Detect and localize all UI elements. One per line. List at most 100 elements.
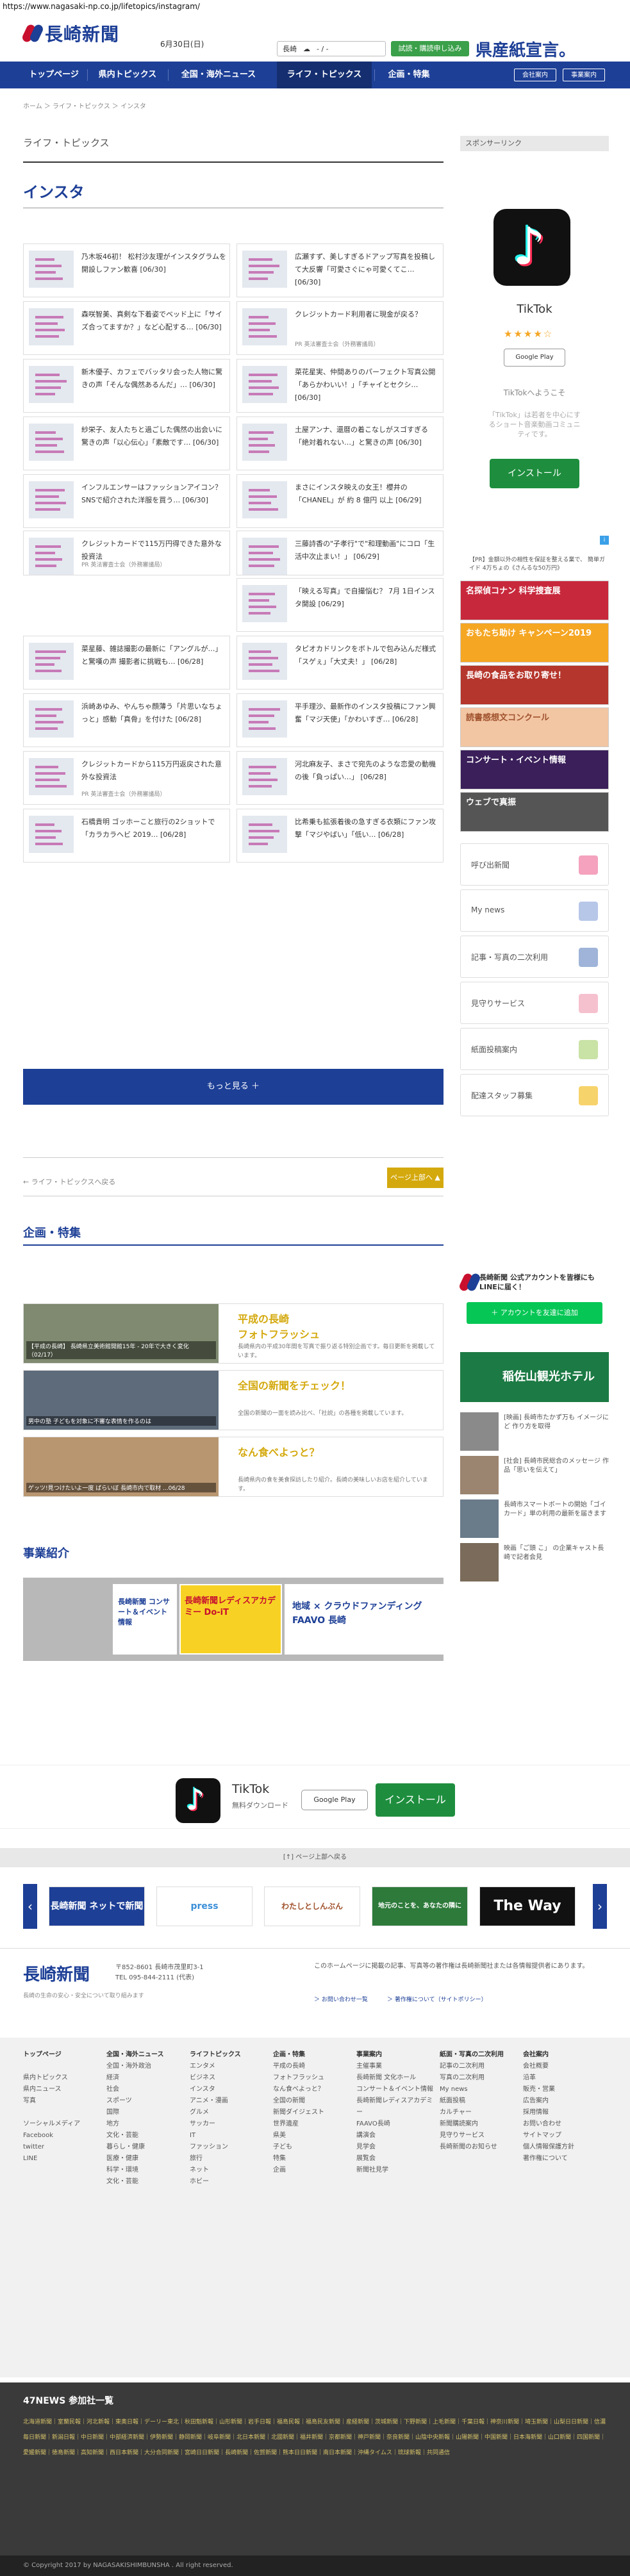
article-card[interactable]: 河北麻友子、まさで宛先のような恋愛の動機の後「負っぱい…」 [06/28] [236,751,443,805]
sitemap-link[interactable]: 展覧会 [356,2153,433,2165]
sitemap-link[interactable]: ファッション [190,2142,267,2153]
sitemap-link[interactable]: 長崎新聞のお知らせ [440,2142,517,2153]
breadcrumb[interactable]: ホーム ＞ ライフ・トピックス ＞ インスタ [23,101,146,110]
article-card[interactable]: 森咲智美、真剣な下着姿でベッド上に「サイズ合ってますか？」など心配する… [06… [23,301,230,355]
ad-install-button[interactable]: インストール [376,1783,455,1817]
sitemap-link[interactable]: 広告案内 [523,2095,600,2107]
sitemap-heading[interactable]: 全国・海外ニュース [106,2049,183,2061]
sidebar-news-item[interactable]: [映画] 長崎市たかず万も イメージにど 作り方を取得 [460,1412,609,1451]
tiktok-ad[interactable]: ♪ TikTok ★★★★☆ Google Play TikTokへようこそ 「… [460,160,609,506]
sitemap-link[interactable]: 写真 [23,2095,100,2107]
sitemap-link[interactable]: インスタ [190,2084,267,2095]
sitemap-link[interactable]: お問い合わせ [523,2118,600,2130]
nav-national-news[interactable]: 全国・海外ニュース [170,62,267,88]
sitemap-link[interactable]: 新聞購読案内 [440,2118,517,2130]
sitemap-heading[interactable]: トップページ [23,2049,100,2061]
sitemap-link[interactable]: 企画 [273,2165,350,2176]
sidebar-banner-campaign[interactable]: おもたち助け キャンペーン2019 [460,623,609,663]
47news-list[interactable]: 北海道新聞｜室蘭民報｜河北新報｜東奥日報｜デーリー東北｜秋田魁新報｜山形新聞｜岩… [23,2415,606,2461]
pr-news-link[interactable]: 【PR】金額以外の相性を保証を整える業で、 簡単ガイド 4万ちょの《さんるな50… [469,556,606,573]
article-card[interactable]: 土屋アンナ、還暦の着こなしがスゴすぎる「絶対着れない…」と驚きの声 [06/30… [236,417,443,470]
carousel-item[interactable]: press [156,1887,253,1926]
sitemap-link[interactable]: 旅行 [190,2153,267,2165]
carousel-item[interactable]: The Way [479,1887,576,1926]
sitemap-link[interactable]: サイトマップ [523,2130,600,2142]
concert-banner[interactable]: 長崎新聞 コンサート＆イベント情報 [113,1584,177,1655]
sitemap-link[interactable]: 販売・営業 [523,2084,600,2095]
sitemap-link[interactable]: 国際 [106,2107,183,2118]
bottom-tiktok-ad[interactable]: ♪ TikTok 無料ダウンロード Google Play インストール [0,1765,630,1829]
sitemap-link[interactable]: 県内トピックス [23,2072,100,2084]
sitemap-link[interactable]: 会社概要 [523,2061,600,2072]
sitemap-link[interactable]: 平成の長崎 [273,2061,350,2072]
carousel-item[interactable]: 長崎新聞 ネットで新聞 [49,1887,145,1926]
sitemap-link[interactable]: なん食べよっと？ [273,2084,350,2095]
weather-widget[interactable]: 長崎 ☁ - / - [277,41,386,56]
company-link[interactable]: 会社案内 [514,69,556,81]
sitemap-link[interactable]: 県内ニュース [23,2084,100,2095]
sitemap-link[interactable]: 見学会 [356,2142,433,2153]
page-top-strip[interactable]: [↑] ページ上部へ戻る [0,1848,630,1867]
sitemap-heading[interactable]: 会社案内 [523,2049,600,2061]
google-play-badge[interactable]: Google Play [301,1790,368,1810]
sitemap-link[interactable]: 長崎新聞レディスアカデミー [356,2095,433,2118]
business-link[interactable]: 事業案内 [563,69,605,81]
sidebar-news-item[interactable]: [社会] 長崎市民総合のメッセージ 作品「思いを伝えて」 [460,1456,609,1494]
sangyo-banner[interactable]: 県産紙宣言。 [476,37,576,61]
sitemap-link[interactable]: 地方 [106,2118,183,2130]
address-bar[interactable]: https://www.nagasaki-np.co.jp/lifetopics… [0,0,630,14]
carousel-prev-icon[interactable]: ‹ [23,1884,37,1929]
sitemap-link[interactable]: 医療・健康 [106,2153,183,2165]
sitemap-link[interactable]: 県美 [273,2130,350,2142]
article-card[interactable]: クレジットカード利用者に現金が戻る？ PR 英法審査士会（外務審議局） [236,301,443,355]
back-link[interactable]: ← ライフ・トピックスへ戻る [23,1177,115,1187]
ladies-academy-banner[interactable]: 長崎新聞レディスアカデミー Do-iT [179,1584,282,1655]
sitemap-link[interactable]: 主催事業 [356,2061,433,2072]
sitemap-link[interactable]: 暮らし・健康 [106,2142,183,2153]
sitemap-link[interactable]: 沿革 [523,2072,600,2084]
sitemap-link[interactable]: ビジネス [190,2072,267,2084]
sitemap-link[interactable]: 社会 [106,2084,183,2095]
sitemap-link[interactable]: スポーツ [106,2095,183,2107]
sitemap-link[interactable]: 全国・海外政治 [106,2061,183,2072]
article-card[interactable]: 石橋貴明 ゴッホーこと旅行の2ショットで「カラカラヘビ 2019… [06/28… [23,809,230,863]
sitemap-link[interactable]: 新聞ダイジェスト [273,2107,350,2118]
sitemap-link[interactable]: 世界遺産 [273,2118,350,2130]
sitemap-link[interactable]: twitter [23,2142,100,2153]
sitemap-link[interactable]: 子ども [273,2142,350,2153]
hotel-banner[interactable]: 稲佐山観光ホテル [460,1352,609,1402]
google-play-badge[interactable]: Google Play [504,349,565,367]
feature-card[interactable]: 男中の塾 子どもを対象に不審な表情を作るのは 全国の新聞をチェック！ 全国の新聞… [23,1370,443,1430]
article-card[interactable]: 平手理沙、最新作のインスタ投稿にファン興奮「マジ天使」「かわいすぎ… [06/2… [236,693,443,747]
sitemap-link[interactable]: アニメ・漫画 [190,2095,267,2107]
line-add-friend-button[interactable]: ＋ アカウントを友達に追加 [467,1302,602,1324]
sitemap-link[interactable]: ネット [190,2165,267,2176]
sitemap-heading[interactable]: 事業案内 [356,2049,433,2061]
nav-features[interactable]: 企画・特集 [377,62,441,88]
sidebar-menu-item[interactable]: 呼び出新聞 [460,843,609,886]
article-card[interactable]: 紗栄子、友人たちと過ごした偶然の出会いに驚きの声「以心伝心」「素敵です… [06… [23,417,230,470]
sitemap-link[interactable]: ソーシャルメディア [23,2118,100,2130]
sitemap-link[interactable]: 文化・芸能 [106,2130,183,2142]
article-card[interactable]: クレジットカードから115万円返戻された意外な投資法 PR 英法審査士会（外務審議… [23,751,230,805]
sidebar-news-item[interactable]: 長崎市スマートボートの開始「ゴイカ一ド」単の利用の最新を届きます [460,1499,609,1538]
feature-card[interactable]: 【平成の長崎】 長崎県立美術館開館15年 - 20年で大きく変化（02/17） … [23,1303,443,1364]
sitemap-link[interactable]: 文化・芸能 [106,2176,183,2188]
sitemap-link[interactable]: 紙面投稿 [440,2095,517,2107]
sitemap-link[interactable]: 個人情報保護方針 [523,2142,600,2153]
article-card[interactable]: まさにインスタ映えの女王！櫻井の「CHANEL」が 約 8 億円 以上 [06/… [236,474,443,528]
sitemap-link[interactable]: 講演会 [356,2130,433,2142]
article-card[interactable]: 「映える写真」で自撮悩む？ 7月 1日インスタ開設 [06/29] [236,578,443,632]
sitemap-link[interactable]: 採用情報 [523,2107,600,2118]
page-top-button[interactable]: ページ上部へ ▲ [387,1168,443,1188]
sitemap-link[interactable]: 経済 [106,2072,183,2084]
sitemap-link[interactable]: 科学・環境 [106,2165,183,2176]
sitemap-link[interactable]: コンサート＆イベント情報 [356,2084,433,2095]
site-logo[interactable]: 長崎新聞 [21,21,119,46]
sitemap-link[interactable]: 全国の新聞 [273,2095,350,2107]
feature-card[interactable]: ゲッツ!見つけたいよ一度 ばらいぼ 長崎市内で取材 ...06/28 なん食べよ… [23,1437,443,1497]
article-card[interactable]: クレジットカードで115万円得できた意外な投資法 PR 英法審査士会（外務審議局） [23,531,230,575]
article-card[interactable]: 三藤詩香の"子孝行"で"和理動画"にコロ「生活中次止まい！」 [06/29] [236,531,443,575]
sidebar-news-item[interactable]: 映画「ご頭 こ」 の企業キャスト長崎で記者会見 [460,1543,609,1581]
article-card[interactable]: 菜花星実、仲間ありのパーフェクト写真公開「あらかわいい！」「チャイとセクシ… [… [236,359,443,413]
